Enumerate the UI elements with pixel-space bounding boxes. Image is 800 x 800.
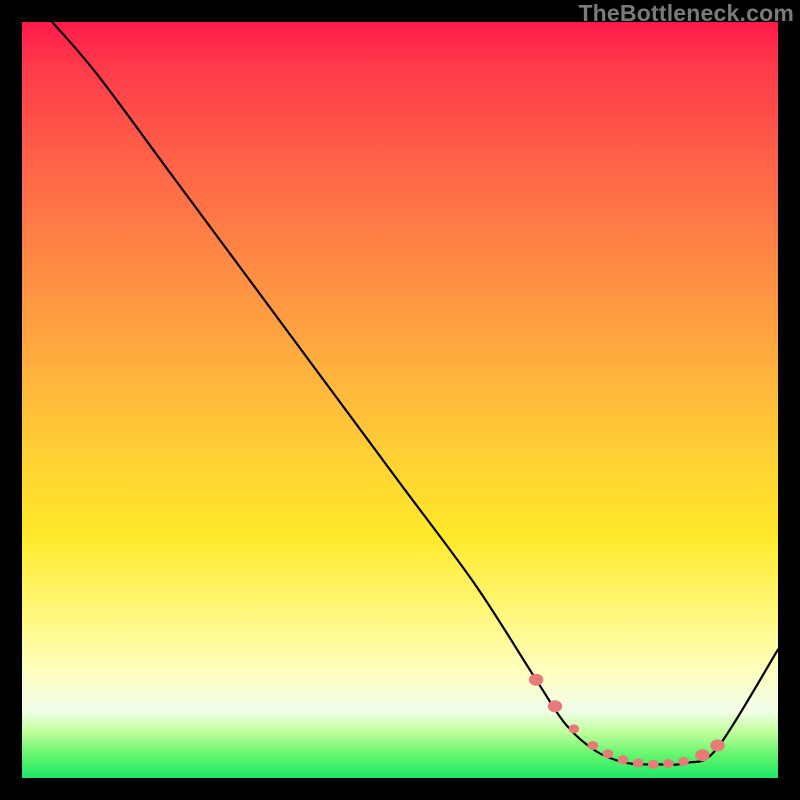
chart-svg — [22, 22, 778, 778]
marker-dot — [678, 757, 689, 766]
marker-dot — [569, 724, 580, 733]
marker-dot — [587, 741, 598, 750]
marker-dot — [529, 674, 543, 686]
chart-frame — [19, 19, 781, 781]
marker-dot — [603, 749, 614, 758]
marker-dot — [618, 755, 629, 764]
chart-plot-area — [22, 22, 778, 778]
marker-dot — [648, 760, 659, 769]
marker-dot — [695, 749, 709, 761]
marker-dot — [710, 740, 724, 752]
marker-dot — [663, 759, 674, 768]
marker-dot — [633, 758, 644, 767]
marker-dot — [548, 700, 562, 712]
watermark-text: TheBottleneck.com — [578, 0, 794, 27]
curve-markers — [529, 674, 725, 769]
bottleneck-curve — [52, 22, 778, 765]
